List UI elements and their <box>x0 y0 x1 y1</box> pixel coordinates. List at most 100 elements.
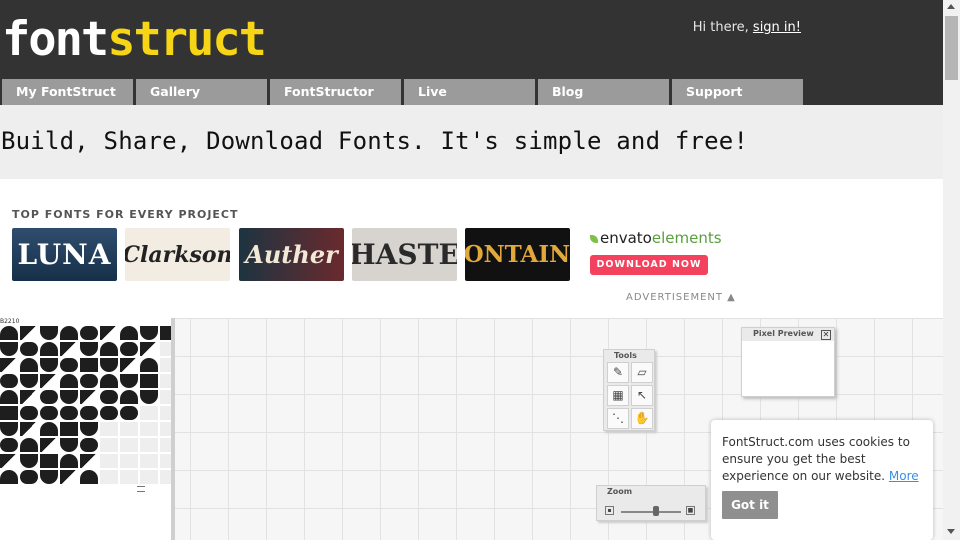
glyph-brick[interactable] <box>0 342 18 356</box>
glyph-brick[interactable] <box>60 358 78 372</box>
glyph-brick[interactable] <box>120 342 138 356</box>
ad-tile-haste[interactable]: HASTE <box>352 228 457 281</box>
zoom-in-icon[interactable]: ■ <box>686 506 695 515</box>
glyph-brick[interactable] <box>120 422 138 436</box>
glyph-brick[interactable] <box>160 422 171 436</box>
glyph-brick[interactable] <box>140 470 158 484</box>
glyph-brick[interactable] <box>100 358 118 372</box>
glyph-brick[interactable] <box>60 326 78 340</box>
pencil-tool-icon[interactable]: ✎ <box>607 362 629 383</box>
glyph-brick[interactable] <box>0 358 18 372</box>
glyph-brick[interactable] <box>40 438 58 452</box>
glyph-brick[interactable] <box>60 454 78 468</box>
zoom-slider-handle[interactable] <box>653 506 659 516</box>
glyph-brick[interactable] <box>140 454 158 468</box>
nav-my-fontstruct[interactable]: My FontStruct <box>2 79 133 105</box>
glyph-brick[interactable] <box>40 390 58 404</box>
glyph-brick[interactable] <box>120 326 138 340</box>
glyph-brick[interactable] <box>120 470 138 484</box>
glyph-brick[interactable] <box>60 422 78 436</box>
glyph-brick[interactable] <box>160 342 171 356</box>
ad-tile-fontaine[interactable]: FONTAINE <box>465 228 570 281</box>
glyph-brick[interactable] <box>40 454 58 468</box>
glyph-brick[interactable] <box>160 454 171 468</box>
glyph-brick[interactable] <box>120 406 138 420</box>
glyph-brick[interactable] <box>0 422 18 436</box>
glyph-brick[interactable] <box>140 374 158 388</box>
glyph-brick[interactable] <box>0 438 18 452</box>
nav-fontstructor[interactable]: FontStructor <box>270 79 401 105</box>
glyph-brick[interactable] <box>40 470 58 484</box>
glyph-brick[interactable] <box>20 342 38 356</box>
ad-tile-auther[interactable]: Auther <box>239 228 344 281</box>
hand-tool-icon[interactable]: ✋ <box>631 408 653 429</box>
glyph-brick[interactable] <box>20 358 38 372</box>
ad-tile-clarkson[interactable]: Clarkson <box>125 228 230 281</box>
glyph-brick[interactable] <box>100 390 118 404</box>
select-arrow-tool-icon[interactable]: ↖ <box>631 385 653 406</box>
glyph-brick[interactable] <box>20 374 38 388</box>
scroll-up-arrow-icon[interactable] <box>947 4 955 9</box>
glyph-brick[interactable] <box>120 454 138 468</box>
glyph-brick[interactable] <box>100 374 118 388</box>
glyph-brick[interactable] <box>40 374 58 388</box>
glyph-brick[interactable] <box>20 390 38 404</box>
glyph-brick[interactable] <box>160 438 171 452</box>
glyph-brick[interactable] <box>20 422 38 436</box>
glyph-brick[interactable] <box>100 342 118 356</box>
glyph-brick[interactable] <box>120 358 138 372</box>
glyph-brick[interactable] <box>160 390 171 404</box>
glyph-brick[interactable] <box>100 406 118 420</box>
glyph-brick[interactable] <box>100 470 118 484</box>
nav-blog[interactable]: Blog <box>538 79 669 105</box>
glyph-brick[interactable] <box>40 422 58 436</box>
glyph-brick[interactable] <box>0 326 18 340</box>
glyph-brick[interactable] <box>20 406 38 420</box>
glyph-brick[interactable] <box>140 342 158 356</box>
glyph-brick[interactable] <box>60 438 78 452</box>
fontstruct-logo[interactable]: fontstruct <box>2 16 267 64</box>
glyph-brick[interactable] <box>20 470 38 484</box>
glyph-brick[interactable] <box>80 438 98 452</box>
glyph-brick[interactable] <box>0 454 18 468</box>
envato-logo[interactable]: envatoelements <box>590 229 722 247</box>
glyph-brick[interactable] <box>100 326 118 340</box>
panel-drag-handle[interactable] <box>137 486 145 492</box>
glyph-brick[interactable] <box>60 406 78 420</box>
nav-gallery[interactable]: Gallery <box>136 79 267 105</box>
download-now-button[interactable]: DOWNLOAD NOW <box>590 255 708 275</box>
glyph-brick[interactable] <box>40 358 58 372</box>
glyph-brick[interactable] <box>160 374 171 388</box>
zoom-slider-track[interactable] <box>621 511 681 513</box>
glyph-brick[interactable] <box>140 438 158 452</box>
scroll-down-arrow-icon[interactable] <box>947 529 955 534</box>
glyph-brick[interactable] <box>80 470 98 484</box>
nav-live[interactable]: Live <box>404 79 535 105</box>
glyph-brick[interactable] <box>140 358 158 372</box>
glyph-brick[interactable] <box>160 406 171 420</box>
glyph-brick[interactable] <box>60 374 78 388</box>
nav-support[interactable]: Support <box>672 79 803 105</box>
glyph-brick[interactable] <box>0 470 18 484</box>
glyph-brick[interactable] <box>40 326 58 340</box>
glyph-brick[interactable] <box>100 422 118 436</box>
glyph-brick[interactable] <box>140 422 158 436</box>
glyph-brick[interactable] <box>80 406 98 420</box>
glyph-brick[interactable] <box>60 342 78 356</box>
glyph-brick[interactable] <box>120 438 138 452</box>
glyph-brick[interactable] <box>80 326 98 340</box>
glyph-brick[interactable] <box>60 470 78 484</box>
glyph-brick[interactable] <box>0 374 18 388</box>
glyph-brick[interactable] <box>80 454 98 468</box>
glyph-brick[interactable] <box>100 454 118 468</box>
advertisement-label[interactable]: ADVERTISEMENT ▲ <box>626 292 736 303</box>
glyph-brick[interactable] <box>40 406 58 420</box>
glyph-brick[interactable] <box>160 326 171 340</box>
cookie-got-it-button[interactable]: Got it <box>722 491 778 519</box>
eraser-tool-icon[interactable]: ▱ <box>631 362 653 383</box>
glyph-brick[interactable] <box>0 390 18 404</box>
glyph-brick[interactable] <box>80 422 98 436</box>
glyph-brick[interactable] <box>20 438 38 452</box>
ad-tile-luna[interactable]: LUNA <box>12 228 117 281</box>
glyph-brick[interactable] <box>20 454 38 468</box>
